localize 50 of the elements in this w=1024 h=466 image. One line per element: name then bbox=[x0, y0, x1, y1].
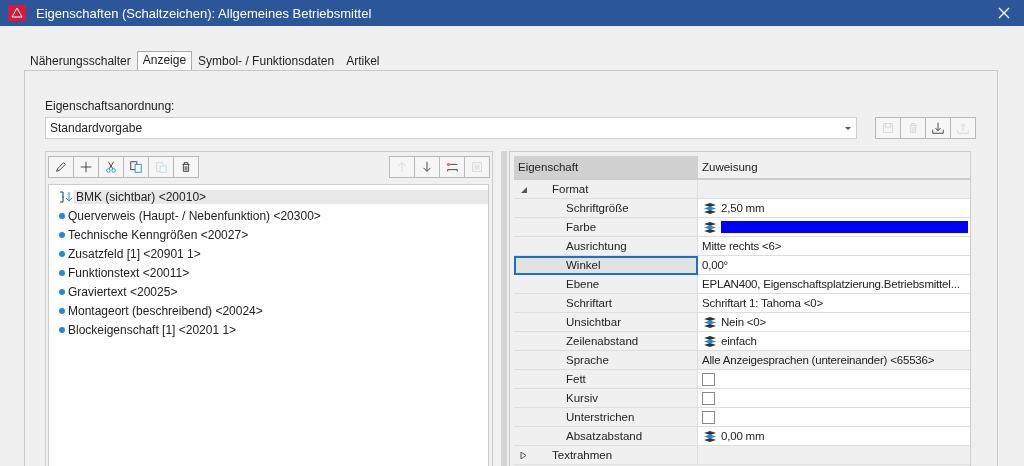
cell-value: 0,00 mm bbox=[721, 430, 765, 442]
value-cell[interactable]: 2,50 mm bbox=[698, 199, 970, 218]
property-name[interactable]: Unsichtbar bbox=[514, 313, 698, 332]
property-name[interactable]: Ebene bbox=[514, 275, 698, 294]
value-cell[interactable]: 0,00° bbox=[698, 256, 970, 275]
cell-value: einfach bbox=[721, 335, 757, 347]
tab[interactable]: Artikel bbox=[340, 52, 386, 70]
list-item[interactable]: Montageort (beschreibend) <20024> bbox=[66, 303, 488, 318]
window-title: Eigenschaften (Schaltzeichen): Allgemeines Betriebsmittel bbox=[36, 5, 373, 21]
cell-value: Schriftart 1: Tahoma <0> bbox=[702, 297, 823, 309]
list-item[interactable]: Zusatzfeld [1] <20901 1> bbox=[66, 246, 488, 261]
list-item[interactable]: Blockeigenschaft [1] <20201 1> bbox=[66, 322, 488, 337]
group-label: Textrahmen bbox=[552, 449, 613, 461]
cell-value: 2,50 mm bbox=[721, 202, 765, 214]
list-item[interactable]: Graviertext <20025> bbox=[66, 284, 488, 299]
tab[interactable]: Symbol- / Funktionsdaten bbox=[192, 52, 341, 70]
property-name[interactable]: Zeilenabstand bbox=[514, 332, 698, 351]
list-item[interactable]: Technische Kenngrößen <20027> bbox=[66, 227, 488, 242]
tab[interactable]: Anzeige bbox=[136, 51, 193, 70]
column-header[interactable]: Eigenschaft bbox=[514, 156, 698, 180]
tab[interactable]: Näherungsschalter bbox=[24, 52, 137, 70]
field-label: Eigenschaftsanordnung: bbox=[45, 99, 175, 113]
property-name[interactable]: Farbe bbox=[514, 218, 698, 237]
cell-value: EPLAN400, Eigenschaftsplatzierung.Betriebsmittel... bbox=[702, 278, 960, 290]
property-name[interactable]: Ausrichtung bbox=[514, 237, 698, 256]
value-cell[interactable]: EPLAN400, Eigenschaftsplatzierung.Betriebsmittel... bbox=[698, 275, 970, 294]
value-cell[interactable]: Mitte rechts <6> bbox=[698, 237, 970, 256]
cell-value: 0,00° bbox=[702, 259, 728, 271]
arrangement-dropdown[interactable]: Standardvorgabe bbox=[45, 117, 857, 139]
value-cell[interactable]: Nein <0> bbox=[698, 313, 970, 332]
property-name[interactable]: Unterstrichen bbox=[514, 408, 698, 427]
group-row[interactable]: Format bbox=[514, 180, 698, 199]
value-cell[interactable]: einfach bbox=[698, 332, 970, 351]
cell-value: Nein <0> bbox=[721, 316, 767, 328]
group-label: Format bbox=[552, 183, 589, 195]
property-name[interactable]: Kursiv bbox=[514, 389, 698, 408]
property-name[interactable]: Fett bbox=[514, 370, 698, 389]
value-cell[interactable]: Schriftart 1: Tahoma <0> bbox=[698, 294, 970, 313]
cell-value: Mitte rechts <6> bbox=[702, 240, 782, 252]
property-name[interactable]: Schriftart bbox=[514, 294, 698, 313]
value-cell[interactable]: 0,00 mm bbox=[698, 427, 970, 446]
group-row[interactable]: Textrahmen bbox=[514, 446, 698, 465]
property-name[interactable]: Winkel bbox=[514, 256, 698, 275]
list-item[interactable]: Funktionstext <20011> bbox=[66, 265, 488, 280]
property-name[interactable]: Absatzabstand bbox=[514, 427, 698, 446]
list-item[interactable]: Querverweis (Haupt- / Nebenfunktion) <20300> bbox=[66, 208, 488, 223]
list-item[interactable]: BMK (sichtbar) <20010> bbox=[74, 189, 488, 204]
cell-value: Alle Anzeigesprachen (untereinander) <65536> bbox=[702, 354, 935, 366]
property-name[interactable]: Schriftgröße bbox=[514, 199, 698, 218]
property-name[interactable]: Sprache bbox=[514, 351, 698, 370]
